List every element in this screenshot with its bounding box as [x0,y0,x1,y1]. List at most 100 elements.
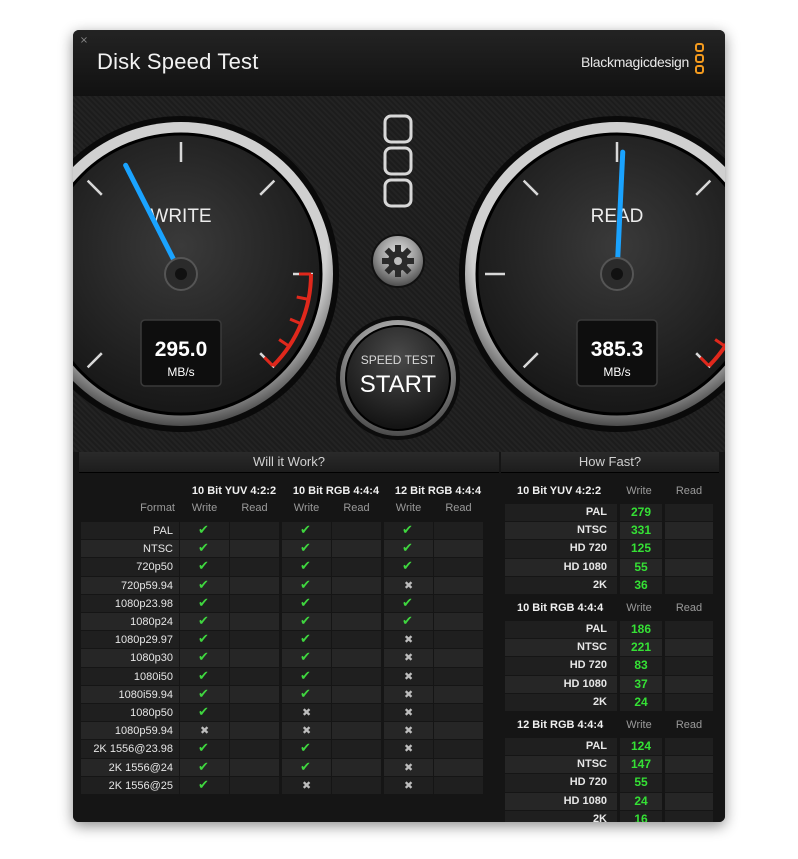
check-icon: ✔ [402,559,413,575]
check-icon: ✔ [198,686,209,702]
wiw-cell [230,667,279,685]
wiw-cell [434,685,483,703]
wiw-format-label: 2K 1556@24 [108,761,173,774]
check-icon: ✔ [402,541,413,557]
wiw-cell [332,722,381,740]
app-title: Disk Speed Test [97,49,259,74]
check-icon: ✔ [300,759,311,775]
wiw-cell [230,704,279,722]
hf-format-label: HD 1080 [563,560,607,573]
wiw-format-label: 2K 1556@23.98 [93,743,173,756]
hf-write-value: 221 [630,640,652,655]
brand-logo-icon [695,43,707,76]
wiw-read-header: Read [445,502,472,514]
settings-button[interactable] [371,234,425,288]
hf-read-cell [665,504,713,522]
hf-read-header: Read [675,602,703,614]
hf-read-cell [665,693,713,711]
hf-write-header: Write [626,602,652,614]
cross-icon: ✖ [404,633,414,647]
hf-write-value: 55 [634,559,648,574]
hf-write-value: 331 [630,523,652,538]
wiw-cell [434,776,483,794]
wiw-format-label: 2K 1556@25 [108,779,173,792]
cross-icon: ✖ [404,778,414,792]
cross-icon: ✖ [302,778,312,792]
wiw-cell [332,758,381,776]
check-icon: ✔ [300,614,311,629]
start-button[interactable]: SPEED TEST START [336,316,460,440]
wiw-cell [434,540,483,558]
center-controls: SPEED TEST START [336,114,460,440]
wiw-cell [434,740,483,758]
check-icon: ✔ [300,577,311,593]
wiw-cell [332,558,381,576]
wiw-cell [434,631,483,649]
write-needle-pin [175,268,187,280]
wiw-cell [434,758,483,776]
cross-icon: ✖ [404,724,414,738]
check-icon: ✔ [198,632,209,648]
hf-group-header: 12 Bit RGB 4:4:4 [517,719,604,731]
wiw-cell [230,722,279,740]
wiw-format-label: 1080p23.98 [114,597,173,610]
hf-write-value: 125 [630,541,652,556]
hf-read-cell [665,540,713,558]
wiw-format-label: 1080i59.94 [118,688,173,701]
cross-icon: ✖ [302,706,312,719]
cross-icon: ✖ [404,742,414,756]
brand-name: Blackmagicdesign [580,54,689,70]
wiw-cell [230,758,279,776]
hf-write-value: 279 [630,505,652,519]
check-icon: ✔ [402,523,413,538]
gear-icon [382,245,414,277]
hf-format-label: PAL [585,506,607,518]
gauge-area: WRITE 295.0 MB/s READ 385.3 MB/s SPEED T… [73,96,725,452]
wiw-format-label: 1080i50 [133,670,173,683]
wiw-cell [332,594,381,612]
check-icon: ✔ [300,668,311,684]
wiw-write-header: Write [293,502,320,514]
wiw-cell [332,667,381,685]
hf-write-header: Write [626,485,652,497]
wiw-cell [434,704,483,722]
hf-format-label: 2K [592,812,607,822]
check-icon: ✔ [300,632,311,648]
cross-icon: ✖ [200,724,210,738]
wiw-cell [434,613,483,631]
wiw-cell [332,631,381,649]
hf-read-header: Read [675,719,703,731]
wiw-cell [230,522,279,540]
wiw-cell [332,685,381,703]
hf-write-value: 147 [630,757,652,772]
close-icon[interactable]: × [78,35,90,47]
hf-format-label: NTSC [577,641,607,654]
wiw-cell [332,540,381,558]
hf-format-label: HD 720 [569,776,607,789]
hf-format-label: NTSC [577,524,607,537]
wiw-cell [332,613,381,631]
wiw-cell [332,522,381,540]
hf-write-header: Write [626,719,652,731]
check-icon: ✔ [198,777,209,793]
cross-icon: ✖ [404,651,414,665]
wiw-format-label: 1080p50 [130,707,173,719]
check-icon: ✔ [198,668,209,684]
check-icon: ✔ [300,559,311,575]
cross-icon: ✖ [404,706,414,719]
app-window: × Disk Speed Test Blackmagicdesign WRITE… [73,30,725,822]
hf-read-cell [665,621,713,639]
wiw-format-label: PAL [153,525,173,537]
cross-icon: ✖ [404,760,414,774]
hf-read-cell [665,675,713,693]
wiw-format-label: 720p59.94 [121,579,173,592]
wiw-cell [434,667,483,685]
dial-box-icon [383,114,413,208]
wiw-cell [434,522,483,540]
wiw-cell [332,704,381,722]
hf-format-label: 2K [592,578,607,591]
cross-icon: ✖ [404,687,414,701]
wiw-format-label: 1080p59.94 [114,725,173,738]
wiw-write-header: Write [395,502,422,514]
read-gauge: READ385.3MB/s [459,116,725,432]
